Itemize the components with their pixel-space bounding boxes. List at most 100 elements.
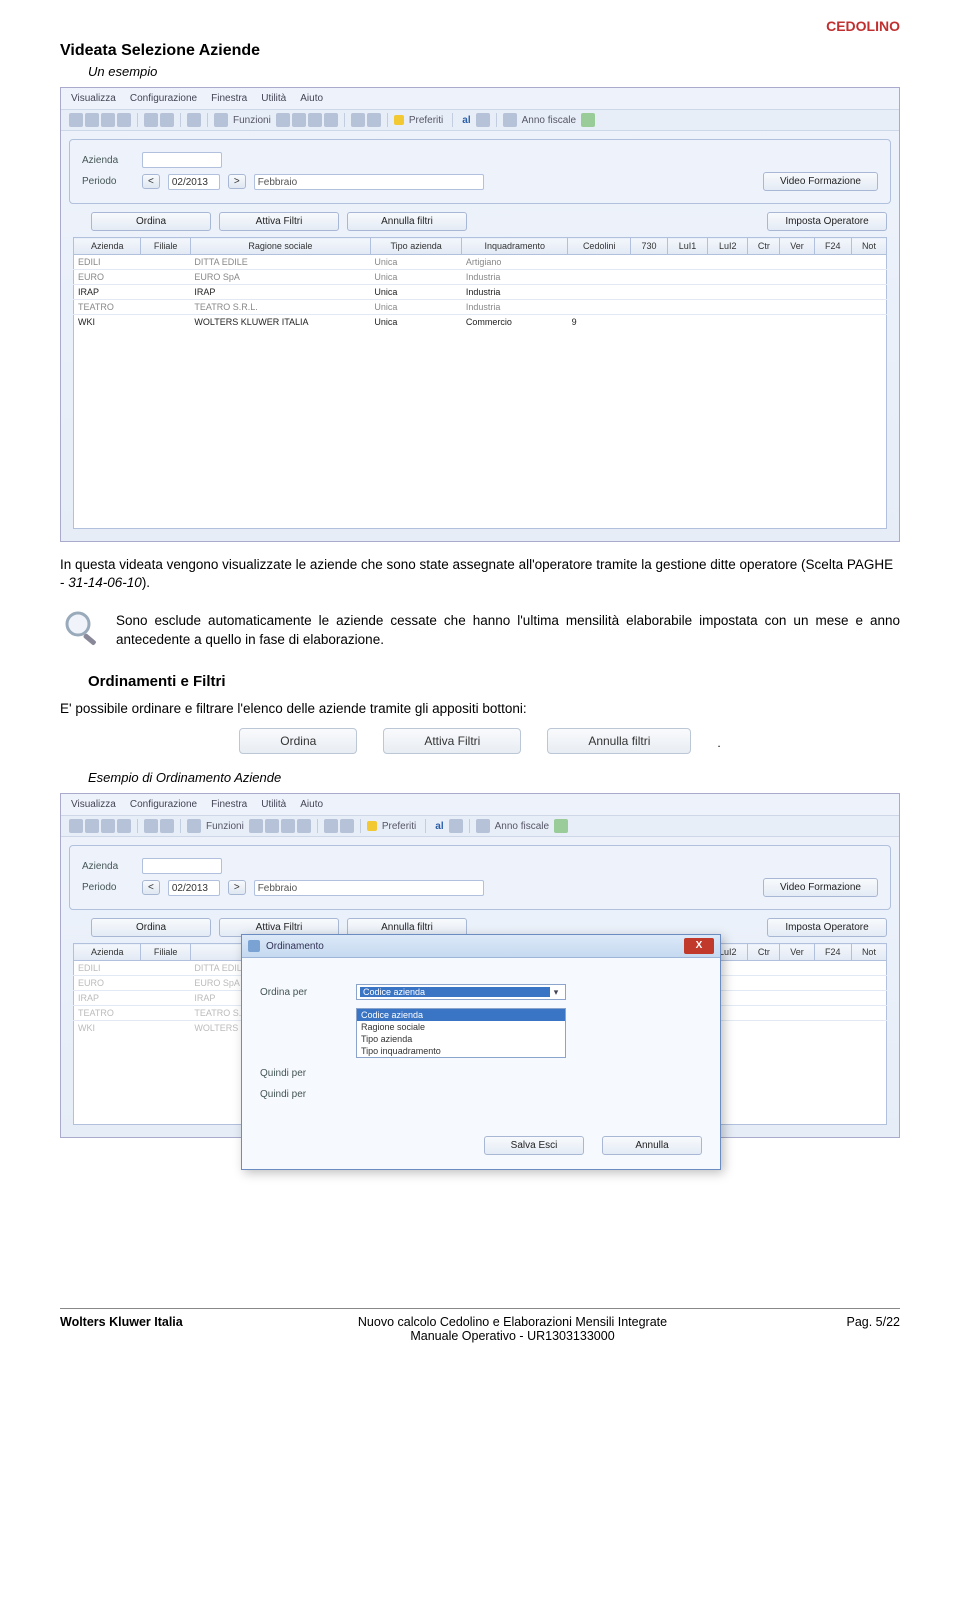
aziende-table: Azienda Filiale Ragione sociale Tipo azi… — [73, 237, 887, 330]
video-formazione-button[interactable]: Video Formazione — [763, 878, 878, 897]
toolbar-icon[interactable] — [117, 113, 131, 127]
annulla-filtri-button[interactable]: Annulla filtri — [347, 212, 467, 231]
toolbar-icon[interactable] — [292, 113, 306, 127]
toolbar-icon[interactable] — [101, 113, 115, 127]
toolbar-icon[interactable] — [265, 819, 279, 833]
ordina-button[interactable]: Ordina — [91, 918, 211, 937]
col-azienda[interactable]: Azienda — [74, 944, 141, 961]
annulla-button[interactable]: Annulla — [602, 1136, 702, 1155]
col-not[interactable]: Not — [851, 944, 886, 961]
toolbar-icon[interactable] — [367, 113, 381, 127]
menu-configurazione[interactable]: Configurazione — [130, 93, 197, 104]
toolbar-icon[interactable] — [297, 819, 311, 833]
menu-utilita[interactable]: Utilità — [261, 799, 286, 810]
table-row[interactable]: IRAPIRAPUnicaIndustria — [74, 285, 887, 300]
salva-esci-button[interactable]: Salva Esci — [484, 1136, 584, 1155]
next-period-button[interactable]: > — [228, 174, 246, 189]
toolbar-icon[interactable] — [249, 819, 263, 833]
prev-period-button[interactable]: < — [142, 174, 160, 189]
toolbar-icon[interactable] — [117, 819, 131, 833]
star-icon[interactable] — [367, 821, 377, 831]
col-filiale[interactable]: Filiale — [141, 944, 190, 961]
col-ctr[interactable]: Ctr — [748, 238, 780, 255]
col-inquadramento[interactable]: Inquadramento — [462, 238, 568, 255]
toolbar-icon[interactable] — [476, 113, 490, 127]
toolbar-icon[interactable] — [214, 113, 228, 127]
toolbar-icon[interactable] — [308, 113, 322, 127]
azienda-input[interactable] — [142, 152, 222, 168]
toolbar-icon[interactable] — [340, 819, 354, 833]
col-ver[interactable]: Ver — [780, 238, 814, 255]
menu-visualizza[interactable]: Visualizza — [71, 799, 116, 810]
toolbar-icon[interactable] — [503, 113, 517, 127]
periodo-input[interactable]: 02/2013 — [168, 880, 220, 896]
quindi-per-label-2: Quindi per — [260, 1089, 340, 1100]
toolbar-icon[interactable] — [160, 819, 174, 833]
combo-option[interactable]: Codice azienda — [357, 1009, 565, 1021]
imposta-operatore-button[interactable]: Imposta Operatore — [767, 212, 887, 231]
menu-configurazione[interactable]: Configurazione — [130, 799, 197, 810]
toolbar-icon[interactable] — [276, 113, 290, 127]
table-row[interactable]: EDILIDITTA EDILEUnicaArtigiano — [74, 255, 887, 270]
next-period-button[interactable]: > — [228, 880, 246, 895]
table-row[interactable]: TEATROTEATRO S.R.L.UnicaIndustria — [74, 300, 887, 315]
refresh-icon[interactable] — [554, 819, 568, 833]
toolbar-icon[interactable] — [187, 819, 201, 833]
pill-ordina[interactable]: Ordina — [239, 728, 357, 754]
toolbar-icon[interactable] — [324, 819, 338, 833]
combo-option[interactable]: Ragione sociale — [357, 1021, 565, 1033]
toolbar-icon[interactable] — [476, 819, 490, 833]
toolbar-icon[interactable] — [449, 819, 463, 833]
combo-option[interactable]: Tipo inquadramento — [357, 1045, 565, 1057]
col-cedolini[interactable]: Cedolini — [568, 238, 631, 255]
toolbar-icon[interactable] — [144, 113, 158, 127]
col-ver[interactable]: Ver — [780, 944, 814, 961]
toolbar-icon[interactable] — [85, 113, 99, 127]
pill-attiva-filtri[interactable]: Attiva Filtri — [383, 728, 521, 754]
refresh-icon[interactable] — [581, 113, 595, 127]
toolbar-annofiscale-label: Anno fiscale — [495, 821, 549, 832]
menu-visualizza[interactable]: Visualizza — [71, 93, 116, 104]
imposta-operatore-button[interactable]: Imposta Operatore — [767, 918, 887, 937]
col-azienda[interactable]: Azienda — [74, 238, 141, 255]
toolbar-icon[interactable] — [85, 819, 99, 833]
menu-utilita[interactable]: Utilità — [261, 93, 286, 104]
col-lui2[interactable]: LuI2 — [708, 238, 748, 255]
ordina-button[interactable]: Ordina — [91, 212, 211, 231]
col-lui1[interactable]: LuI1 — [667, 238, 707, 255]
toolbar-icon[interactable] — [144, 819, 158, 833]
video-formazione-button[interactable]: Video Formazione — [763, 172, 878, 191]
periodo-input[interactable]: 02/2013 — [168, 174, 220, 190]
toolbar-icon[interactable] — [101, 819, 115, 833]
combo-option[interactable]: Tipo azienda — [357, 1033, 565, 1045]
toolbar-icon[interactable] — [160, 113, 174, 127]
toolbar-icon[interactable] — [69, 113, 83, 127]
col-f24[interactable]: F24 — [814, 238, 851, 255]
toolbar-icon[interactable] — [351, 113, 365, 127]
col-tipo[interactable]: Tipo azienda — [370, 238, 462, 255]
col-f24[interactable]: F24 — [814, 944, 851, 961]
toolbar-icon[interactable] — [69, 819, 83, 833]
prev-period-button[interactable]: < — [142, 880, 160, 895]
col-ctr[interactable]: Ctr — [748, 944, 780, 961]
col-filiale[interactable]: Filiale — [141, 238, 190, 255]
attiva-filtri-button[interactable]: Attiva Filtri — [219, 212, 339, 231]
azienda-input[interactable] — [142, 858, 222, 874]
table-row[interactable]: WKIWOLTERS KLUWER ITALIAUnicaCommercio9 — [74, 315, 887, 330]
star-icon[interactable] — [394, 115, 404, 125]
menu-finestra[interactable]: Finestra — [211, 93, 247, 104]
menu-aiuto[interactable]: Aiuto — [300, 799, 323, 810]
pill-annulla-filtri[interactable]: Annulla filtri — [547, 728, 691, 754]
col-730[interactable]: 730 — [631, 238, 668, 255]
ordina-per-combo[interactable]: Codice azienda ▾ — [356, 984, 566, 1000]
menu-aiuto[interactable]: Aiuto — [300, 93, 323, 104]
col-not[interactable]: Not — [851, 238, 886, 255]
table-row[interactable]: EUROEURO SpAUnicaIndustria — [74, 270, 887, 285]
toolbar-icon[interactable] — [281, 819, 295, 833]
azienda-label: Azienda — [82, 861, 134, 872]
toolbar-icon[interactable] — [187, 113, 201, 127]
col-ragione[interactable]: Ragione sociale — [190, 238, 370, 255]
toolbar-icon[interactable] — [324, 113, 338, 127]
menu-finestra[interactable]: Finestra — [211, 799, 247, 810]
close-button[interactable]: X — [684, 938, 714, 954]
